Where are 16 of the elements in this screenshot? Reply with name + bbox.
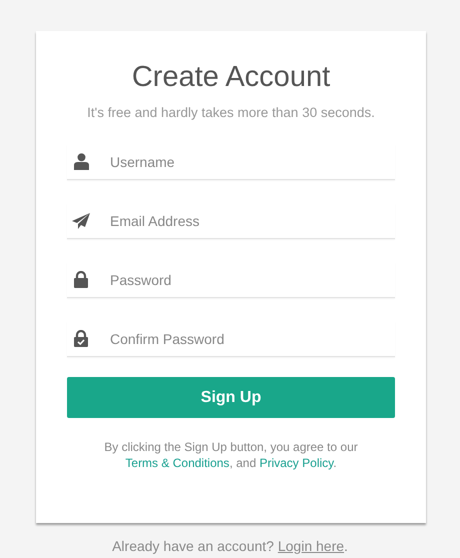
- form-subtitle: It's free and hardly takes more than 30 seconds.: [86, 104, 376, 122]
- padlock-check-icon: [72, 330, 90, 347]
- input-field[interactable]: Password: [67, 262, 395, 298]
- input-field[interactable]: Username: [67, 144, 395, 180]
- terms-link[interactable]: Terms & Conditions: [125, 456, 230, 470]
- login-link[interactable]: Login here: [278, 538, 344, 554]
- input-field[interactable]: Confirm Password: [67, 321, 395, 357]
- padlock-icon: [72, 271, 90, 288]
- paper-plane-icon: [72, 212, 90, 228]
- login-prompt: Already have an account? Login here.: [111, 538, 349, 554]
- form-title: Create Account: [130, 60, 332, 95]
- input-field[interactable]: Email Address: [67, 203, 395, 239]
- user-icon: [72, 153, 90, 170]
- privacy-link[interactable]: Privacy Policy: [259, 456, 334, 470]
- sign-up-button[interactable]: Sign Up: [67, 377, 395, 418]
- agreement-text: By clicking the Sign Up button, you agree to our Terms & Conditions, and Privacy Policy.: [103, 439, 359, 471]
